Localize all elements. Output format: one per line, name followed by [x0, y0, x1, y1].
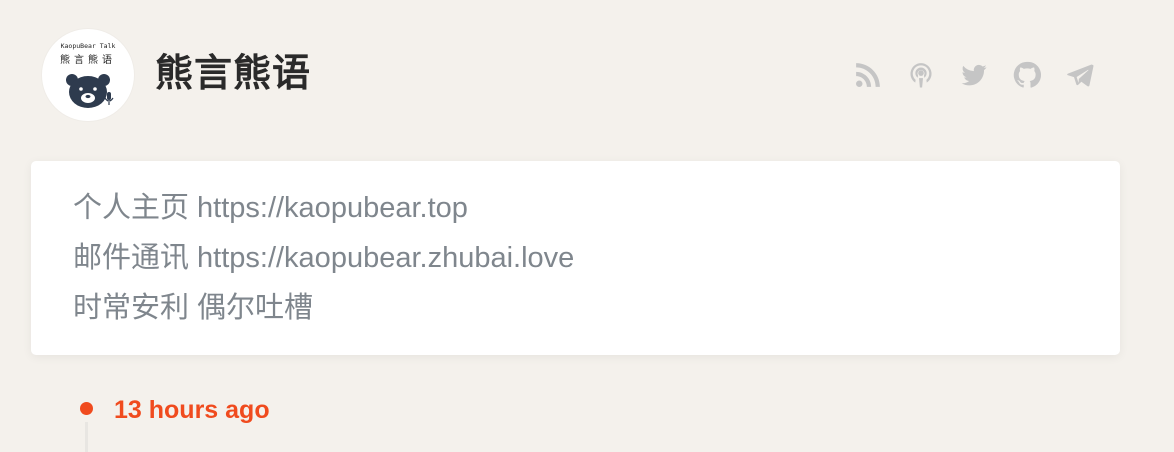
- bio-label: 邮件通讯: [73, 242, 190, 274]
- timeline: 13 hours ago: [77, 392, 477, 452]
- newsletter-link[interactable]: https://kaopubear.zhubai.love: [197, 242, 574, 274]
- site-title[interactable]: 熊言熊语: [155, 51, 311, 97]
- telegram-link[interactable]: [1063, 59, 1096, 92]
- avatar[interactable]: KaopuBear Talk 熊言熊语: [42, 29, 134, 121]
- rss-icon: [855, 63, 880, 87]
- bio-card: 个人主页 https://kaopubear.top 邮件通讯 https://ka…: [31, 161, 1120, 355]
- bio-label: 个人主页: [73, 192, 190, 224]
- github-link[interactable]: [1010, 59, 1043, 92]
- bio-value: 偶尔吐槽: [197, 292, 314, 324]
- avatar-brand-text: KaopuBear Talk: [60, 42, 116, 50]
- social-links: [851, 57, 1096, 93]
- homepage-link[interactable]: https://kaopubear.top: [197, 192, 468, 224]
- rss-link[interactable]: [851, 59, 884, 92]
- podcast-icon: [909, 63, 932, 88]
- timeline-line: [85, 422, 88, 452]
- podcast-link[interactable]: [904, 59, 937, 92]
- twitter-link[interactable]: [957, 59, 990, 92]
- avatar-brand-cn: 熊言熊语: [60, 55, 116, 66]
- timeline-timestamp[interactable]: 13 hours ago: [114, 394, 270, 426]
- bio-line-newsletter: 邮件通讯 https://kaopubear.zhubai.love: [73, 233, 1078, 283]
- bio-label: 时常安利: [73, 292, 190, 324]
- bio-line-homepage: 个人主页 https://kaopubear.top: [73, 183, 1078, 233]
- twitter-icon: [961, 64, 986, 86]
- timeline-dot: [80, 402, 93, 415]
- site-header: KaopuBear Talk 熊言熊语 熊言熊语: [42, 29, 1102, 121]
- github-icon: [1013, 61, 1041, 88]
- bio-line-tagline: 时常安利 偶尔吐槽: [73, 283, 1078, 333]
- telegram-icon: [1066, 64, 1093, 87]
